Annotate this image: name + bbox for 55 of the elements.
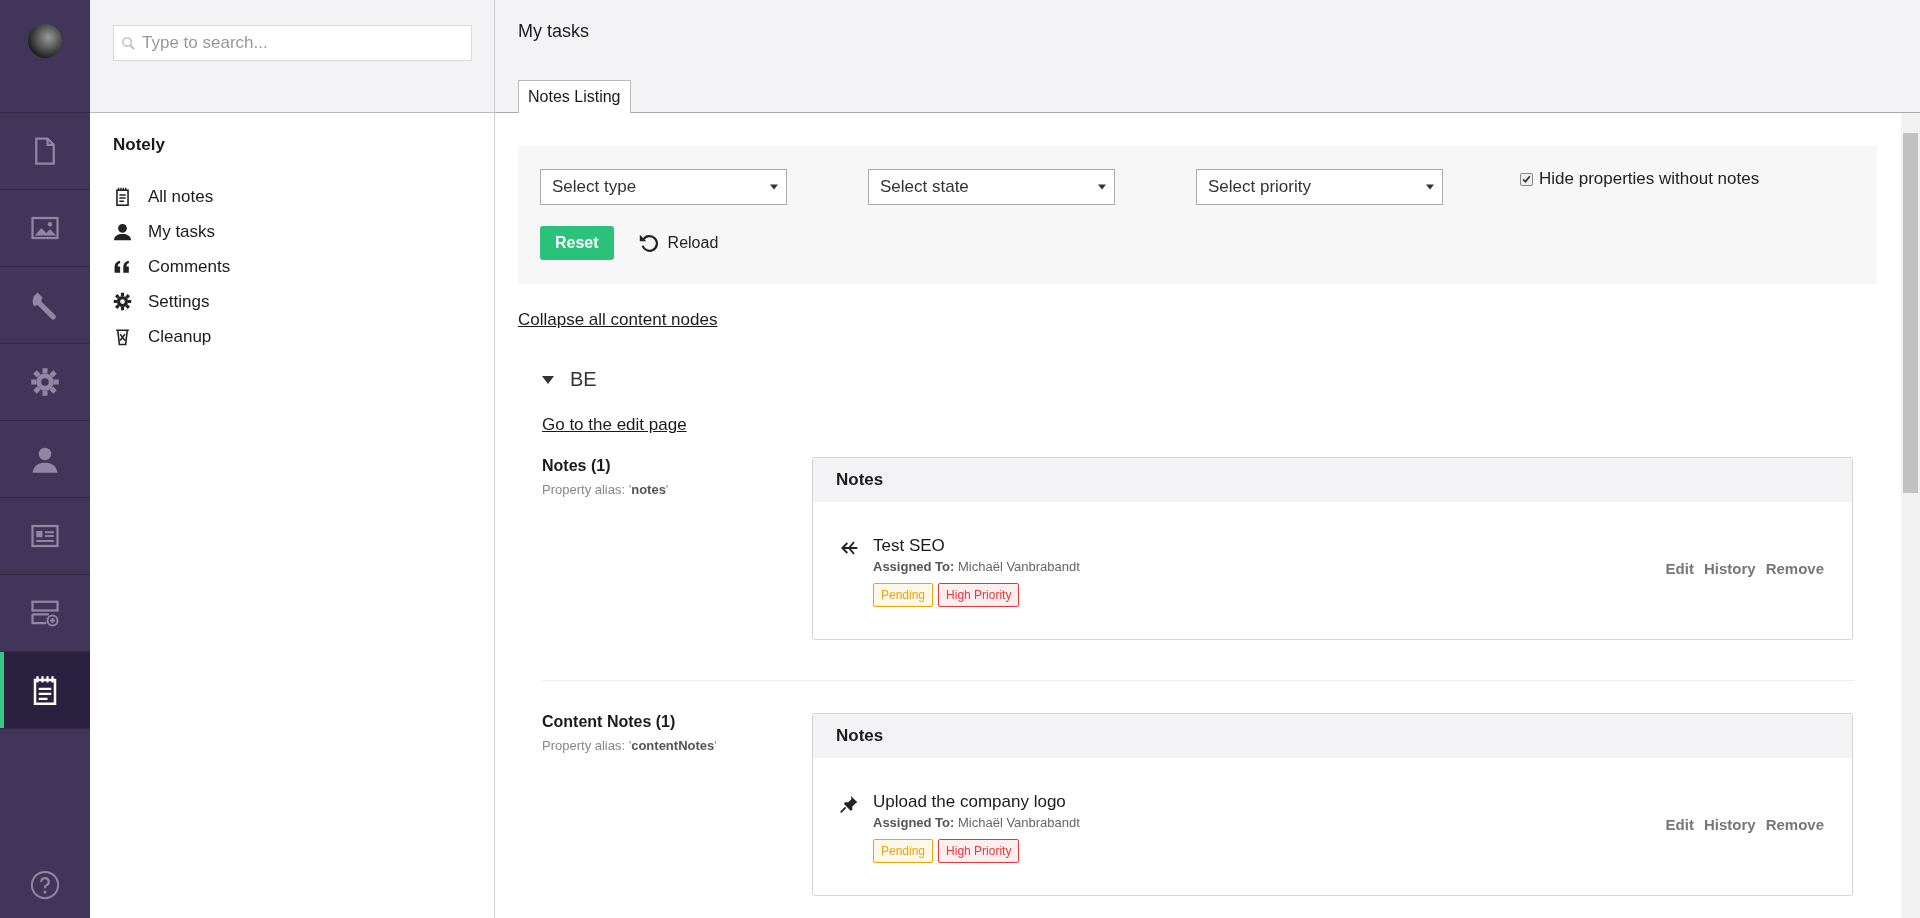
- property-title: Notes (1): [542, 457, 612, 475]
- caret-icon: [1426, 184, 1434, 190]
- notepad-icon: [113, 187, 132, 206]
- tree-item[interactable]: Cleanup: [113, 319, 471, 354]
- tab[interactable]: Notes Listing: [518, 80, 631, 113]
- tree-item[interactable]: Comments: [113, 249, 471, 284]
- expand-triangle-icon[interactable]: [542, 375, 554, 384]
- avatar-circle[interactable]: [28, 24, 62, 58]
- panel-title: Notes: [813, 714, 1852, 758]
- caret-icon: [1098, 184, 1106, 190]
- status-tag: High Priority: [938, 839, 1020, 863]
- search-icon: [121, 36, 136, 51]
- settings-icon: [30, 367, 60, 397]
- status-tag: High Priority: [938, 583, 1020, 607]
- help-icon[interactable]: [30, 870, 60, 900]
- reload-icon: [637, 232, 660, 254]
- note-action-link[interactable]: Edit: [1665, 816, 1694, 833]
- edit-page-link[interactable]: Go to the edit page: [542, 415, 687, 435]
- note-title: Upload the company logo: [873, 792, 1067, 812]
- reload-button[interactable]: Reload: [637, 232, 719, 254]
- assignee-text: Assigned To: Michaël Vanbrabandt: [873, 815, 1081, 830]
- person-icon: [113, 222, 132, 241]
- collapse-link[interactable]: Collapse all content nodes: [518, 310, 718, 330]
- scrollbar[interactable]: [1901, 113, 1920, 918]
- server-add-icon: [30, 598, 60, 628]
- status-tag: Pending: [873, 583, 934, 607]
- caret-icon: [770, 184, 778, 190]
- settings-icon: [113, 292, 132, 311]
- property-title: Content Notes (1): [542, 713, 677, 731]
- tree-item[interactable]: My tasks: [113, 214, 471, 249]
- select-dropdown[interactable]: Select priority: [1196, 169, 1443, 205]
- checkbox[interactable]: [1520, 172, 1533, 186]
- property-alias: Property alias: 'contentNotes': [542, 738, 718, 753]
- property-alias: Property alias: 'notes': [542, 482, 670, 497]
- panel-title: Notes: [813, 458, 1852, 502]
- note-action-link[interactable]: Remove: [1765, 560, 1824, 577]
- wastebasket-icon: [113, 327, 132, 346]
- pushpin-icon: [839, 794, 859, 814]
- note-action-link[interactable]: History: [1703, 816, 1756, 833]
- note-action-link[interactable]: Remove: [1765, 816, 1824, 833]
- nav-section-item[interactable]: [0, 652, 90, 729]
- note-title: Test SEO: [873, 536, 946, 556]
- checkbox-option[interactable]: Hide properties without notes: [1520, 169, 1760, 189]
- select-dropdown[interactable]: Select type: [540, 169, 787, 205]
- section-title: Notely: [113, 135, 166, 155]
- tree-item[interactable]: All notes: [113, 179, 471, 214]
- assignee-text: Assigned To: Michaël Vanbrabandt: [873, 559, 1081, 574]
- search-field[interactable]: Type to search...: [113, 25, 472, 61]
- note-action-link[interactable]: Edit: [1665, 560, 1694, 577]
- status-tag: Pending: [873, 839, 934, 863]
- page-title: My tasks: [518, 21, 590, 42]
- select-dropdown[interactable]: Select state: [868, 169, 1115, 205]
- note-action-link[interactable]: History: [1703, 560, 1756, 577]
- node-name: BE: [570, 368, 597, 391]
- tree-item[interactable]: Settings: [113, 284, 471, 319]
